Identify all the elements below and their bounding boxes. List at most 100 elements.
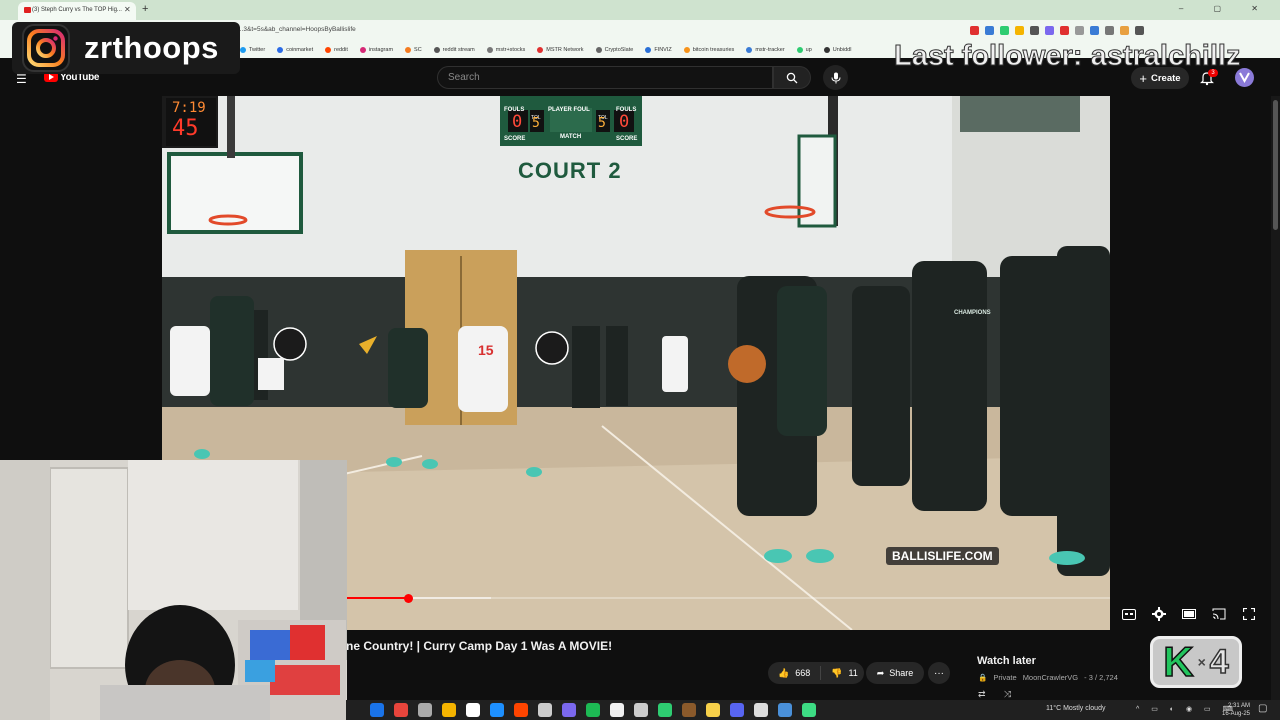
- watch-later-privacy: Private: [993, 673, 1017, 682]
- bookmark-item[interactable]: up: [796, 47, 812, 53]
- scoreboard-left-fouls: 5: [532, 116, 540, 131]
- bookmark-label: mstr+stocks: [495, 47, 526, 53]
- browser-tab[interactable]: (3) Steph Curry vs The TOP Hig...: [18, 2, 136, 20]
- weather-widget[interactable]: 11°C Mostly cloudy: [1046, 705, 1105, 712]
- taskbar-app-icon[interactable]: [802, 703, 816, 717]
- fullscreen-button[interactable]: [1240, 606, 1258, 622]
- theater-icon: [1182, 609, 1196, 619]
- theater-mode-button[interactable]: [1180, 606, 1198, 622]
- taskbar-app-icon[interactable]: [706, 703, 720, 717]
- extension-icon[interactable]: [1045, 26, 1054, 35]
- taskbar-app-icon[interactable]: [490, 703, 504, 717]
- scoreboard-score-right: SCORE: [616, 136, 638, 142]
- taskbar-app-icons: [370, 703, 816, 717]
- like-dislike-group: 👍 668 👎 11: [768, 662, 864, 684]
- instagram-handle: zrthoops: [84, 30, 219, 65]
- clock-bottom: 45: [172, 116, 199, 141]
- taskbar-app-icon[interactable]: [730, 703, 744, 717]
- browser-tab-bar: [0, 0, 1280, 20]
- bookmark-item[interactable]: coinmarket: [277, 47, 313, 53]
- taskbar-app-icon[interactable]: [634, 703, 648, 717]
- search-input[interactable]: Search: [437, 66, 773, 89]
- taskbar-app-icon[interactable]: [370, 703, 384, 717]
- extension-icon[interactable]: [1135, 26, 1144, 35]
- fullscreen-icon: [1243, 608, 1255, 620]
- taskbar-app-icon[interactable]: [586, 703, 600, 717]
- search-icon: [786, 72, 798, 83]
- bookmark-item[interactable]: Unbiddl: [823, 47, 851, 53]
- settings-button[interactable]: [1150, 606, 1168, 622]
- bookmark-favicon-icon: [240, 47, 246, 53]
- scoreboard-player-foul: PLAYER FOUL: [548, 107, 590, 113]
- extension-icon[interactable]: [1060, 26, 1069, 35]
- extension-icon[interactable]: [970, 26, 979, 35]
- bookmark-label: Twitter: [249, 47, 266, 53]
- taskbar-app-icon[interactable]: [658, 703, 672, 717]
- taskbar-app-icon[interactable]: [466, 703, 480, 717]
- taskbar-app-icon[interactable]: [754, 703, 768, 717]
- taskbar-app-icon[interactable]: [610, 703, 624, 717]
- more-actions-button[interactable]: ···: [928, 662, 950, 684]
- extension-icon[interactable]: [1015, 26, 1024, 35]
- bookmark-item[interactable]: reddit: [325, 47, 348, 53]
- bookmark-item[interactable]: SC: [405, 47, 422, 53]
- gear-icon: [1152, 607, 1166, 621]
- kick-multiplier-number: 4: [1209, 643, 1229, 681]
- watch-later-position: - 3 / 2,724: [1084, 673, 1118, 682]
- bookmark-item[interactable]: Twitter: [240, 47, 265, 53]
- taskbar-app-icon[interactable]: [538, 703, 552, 717]
- taskbar-app-icon[interactable]: [514, 703, 528, 717]
- bookmark-label: coinmarket: [286, 47, 314, 53]
- bookmark-item[interactable]: mstr-tracker: [746, 47, 785, 53]
- extension-icon[interactable]: [1090, 26, 1099, 35]
- taskbar-app-icon[interactable]: [562, 703, 576, 717]
- dislike-button[interactable]: 👎 11: [821, 668, 868, 679]
- extension-icon[interactable]: [1030, 26, 1039, 35]
- bookmark-item[interactable]: bitcoin treasuries: [683, 47, 734, 53]
- share-button[interactable]: ➦ Share: [866, 662, 924, 684]
- taskbar-clock[interactable]: 2:31 AM 16-Aug-25: [1222, 702, 1250, 718]
- bookmark-favicon-icon: [486, 47, 493, 53]
- watch-later-title[interactable]: Watch later: [977, 655, 1036, 667]
- extension-icon[interactable]: [985, 26, 994, 35]
- scrubber-handle[interactable]: [403, 594, 413, 603]
- cast-button[interactable]: [1210, 606, 1228, 622]
- bookmark-item[interactable]: instagram: [359, 47, 393, 53]
- extension-icon[interactable]: [1000, 26, 1009, 35]
- bookmark-item[interactable]: reddit stream: [433, 47, 475, 53]
- like-count: 668: [795, 668, 811, 678]
- tab-close-icon[interactable]: ✕: [124, 5, 131, 14]
- like-button[interactable]: 👍 668: [768, 666, 822, 680]
- create-label: Create: [1151, 72, 1181, 84]
- bookmark-item[interactable]: mstr+stocks: [486, 47, 526, 53]
- url-field[interactable]: ...3&t=5s&ab_channel=HoopsByBallislife: [238, 26, 356, 33]
- scrollbar-thumb[interactable]: [1273, 100, 1278, 230]
- watch-later-owner[interactable]: MoonCrawlerVG: [1023, 673, 1078, 682]
- taskbar-app-icon[interactable]: [418, 703, 432, 717]
- new-tab-button[interactable]: +: [142, 3, 148, 15]
- subtitles-button[interactable]: [1120, 606, 1138, 622]
- extension-icon[interactable]: [1105, 26, 1114, 35]
- clock-top: 7:19: [172, 100, 206, 116]
- kick-k-logo: K: [1163, 638, 1195, 685]
- bookmark-favicon-icon: [433, 47, 440, 53]
- taskbar-app-icon[interactable]: [442, 703, 456, 717]
- notification-center-icon[interactable]: ▢: [1258, 703, 1267, 714]
- bookmark-item[interactable]: FINVIZ: [645, 47, 672, 53]
- hamburger-menu-icon[interactable]: ☰: [16, 72, 27, 86]
- search-button[interactable]: [773, 66, 811, 89]
- taskbar-app-icon[interactable]: [394, 703, 408, 717]
- window-controls[interactable]: – ▢ ✕: [1179, 4, 1272, 13]
- playlist-loop-shuffle-controls[interactable]: ⇄ ⤨: [978, 689, 1019, 700]
- taskbar-app-icon[interactable]: [778, 703, 792, 717]
- kick-x4-overlay: K × 4: [1150, 636, 1242, 688]
- bookmark-favicon-icon: [746, 47, 753, 53]
- voice-search-button[interactable]: [823, 65, 848, 90]
- taskbar-app-icon[interactable]: [682, 703, 696, 717]
- bookmark-item[interactable]: MSTR Network: [537, 47, 584, 53]
- bookmark-item[interactable]: CryptoSlate: [595, 47, 633, 53]
- extension-icon[interactable]: [1120, 26, 1129, 35]
- progress-played: [346, 597, 408, 599]
- extension-icon[interactable]: [1075, 26, 1084, 35]
- bookmark-favicon-icon: [796, 47, 803, 53]
